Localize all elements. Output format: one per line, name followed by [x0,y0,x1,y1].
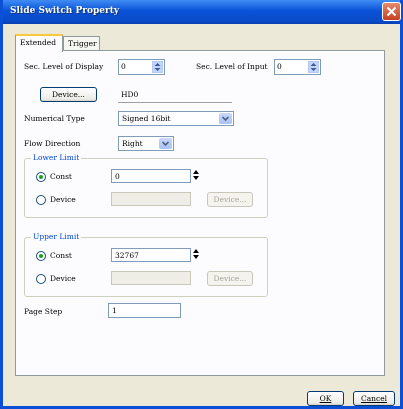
lower-const-input[interactable]: 0 [111,169,191,183]
upper-limit-title: Upper Limit [31,232,82,241]
upper-const-value: 32767 [115,251,139,260]
chevron-down-icon[interactable] [159,138,172,149]
numerical-type-label: Numerical Type [24,114,85,123]
cancel-button[interactable]: Cancel [353,391,395,406]
close-icon [386,6,397,17]
chevron-down-icon[interactable] [219,113,232,124]
flow-direction-value: Right [122,139,143,148]
sec-level-input-spin[interactable]: 0 [274,59,321,75]
stepper-icon[interactable] [193,170,199,182]
lower-const-radio[interactable] [36,172,46,182]
device-underline [118,102,232,103]
ok-label: OK [319,394,332,403]
device-button[interactable]: Device... [40,87,97,102]
cancel-label: Cancel [360,394,388,403]
sec-level-display-label: Sec. Level of Display [24,62,104,71]
numerical-type-value: Signed 16bit [122,114,171,123]
sec-level-display-spin[interactable]: 0 [118,59,165,75]
flow-direction-label: Flow Direction [24,139,81,148]
lower-device-button[interactable]: Device... [207,192,253,207]
flow-direction-select[interactable]: Right [118,136,174,151]
upper-const-label: Const [50,251,72,260]
lower-limit-title: Lower Limit [31,153,82,162]
close-button[interactable] [382,2,401,21]
lower-device-input[interactable] [111,192,191,206]
sec-level-input-value: 0 [277,62,282,71]
window-title: Slide Switch Property [10,6,120,16]
extended-panel: Sec. Level of Display 0 Sec. Level of In… [15,50,385,376]
upper-limit-group: Upper Limit Const 32767 Device Device... [24,232,268,297]
page-step-label: Page Step [24,307,63,316]
lower-const-label: Const [50,172,72,181]
device-value: HD0 [121,90,139,99]
dialog-window: Slide Switch Property Extended Trigger S… [0,0,403,409]
page-step-value: 1 [112,306,117,315]
tab-trigger[interactable]: Trigger [63,36,100,51]
spin-arrows-icon[interactable] [308,61,319,73]
upper-device-radio[interactable] [36,274,46,284]
upper-const-radio[interactable] [36,251,46,261]
stepper-icon[interactable] [193,249,199,261]
upper-device-label: Device [50,274,76,283]
upper-device-button[interactable]: Device... [207,271,253,286]
page-step-input[interactable]: 1 [108,303,181,318]
ok-button[interactable]: OK [307,391,344,406]
spin-arrows-icon[interactable] [152,61,163,73]
upper-const-input[interactable]: 32767 [111,248,191,262]
tab-extended[interactable]: Extended [15,34,63,52]
title-bar[interactable]: Slide Switch Property [3,0,401,24]
lower-limit-group: Lower Limit Const 0 Device Device... [24,153,268,218]
numerical-type-select[interactable]: Signed 16bit [118,111,234,126]
lower-device-radio[interactable] [36,195,46,205]
lower-const-value: 0 [115,172,120,181]
lower-device-label: Device [50,195,76,204]
upper-device-input[interactable] [111,271,191,285]
sec-level-input-label: Sec. Level of Input [196,62,268,71]
sec-level-display-value: 0 [121,62,126,71]
